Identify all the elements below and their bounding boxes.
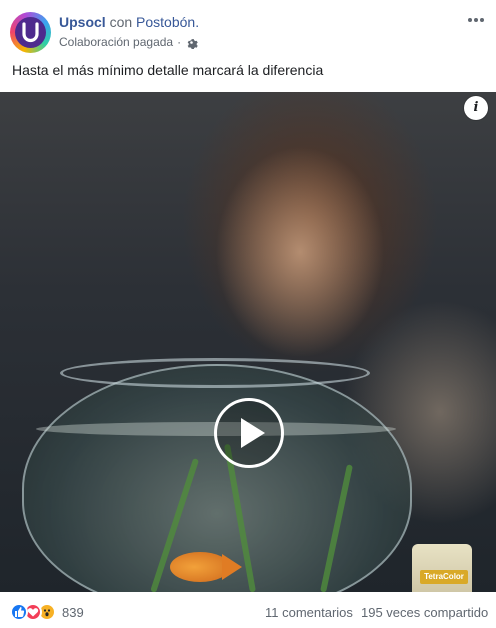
page-name-link[interactable]: Upsocl: [59, 14, 106, 30]
comments-count-link[interactable]: 11 comentarios: [265, 605, 353, 620]
post-meta: Colaboración pagada ·: [59, 35, 198, 49]
fishbowl-rim: [60, 358, 370, 388]
fish-food-label: TetraColor: [420, 570, 468, 584]
post-title-line: Upsocl con Postobón.: [59, 14, 199, 30]
post-footer: 839 11 comentarios 195 veces compartido: [0, 592, 496, 628]
shares-count-link[interactable]: 195 veces compartido: [361, 605, 488, 620]
fish-food-can: [412, 544, 472, 592]
upsocl-logo-icon: [15, 17, 46, 48]
play-icon: [241, 418, 265, 448]
info-button[interactable]: i: [464, 96, 488, 120]
goldfish-tail: [222, 554, 242, 580]
with-text: con: [109, 14, 133, 30]
reaction-summary[interactable]: 839: [10, 603, 84, 621]
partner-name-link[interactable]: Postobón.: [136, 14, 199, 30]
can-label-text: TetraColor: [424, 572, 464, 581]
post-header: Upsocl con Postobón. Colaboración pagada…: [0, 0, 496, 56]
video-player[interactable]: TetraColor: [0, 92, 496, 592]
like-icon: [10, 603, 28, 621]
reaction-count[interactable]: 839: [62, 605, 84, 620]
info-icon: i: [473, 100, 479, 115]
more-options-icon[interactable]: [466, 12, 486, 28]
play-button[interactable]: [214, 398, 284, 468]
post-caption: Hasta el más mínimo detalle marcará la d…: [12, 62, 324, 78]
gear-icon[interactable]: [185, 36, 198, 49]
goldfish-image: [170, 552, 230, 582]
sponsored-label[interactable]: Colaboración pagada: [59, 35, 173, 49]
page-avatar[interactable]: [10, 12, 51, 53]
meta-separator: ·: [177, 35, 182, 49]
